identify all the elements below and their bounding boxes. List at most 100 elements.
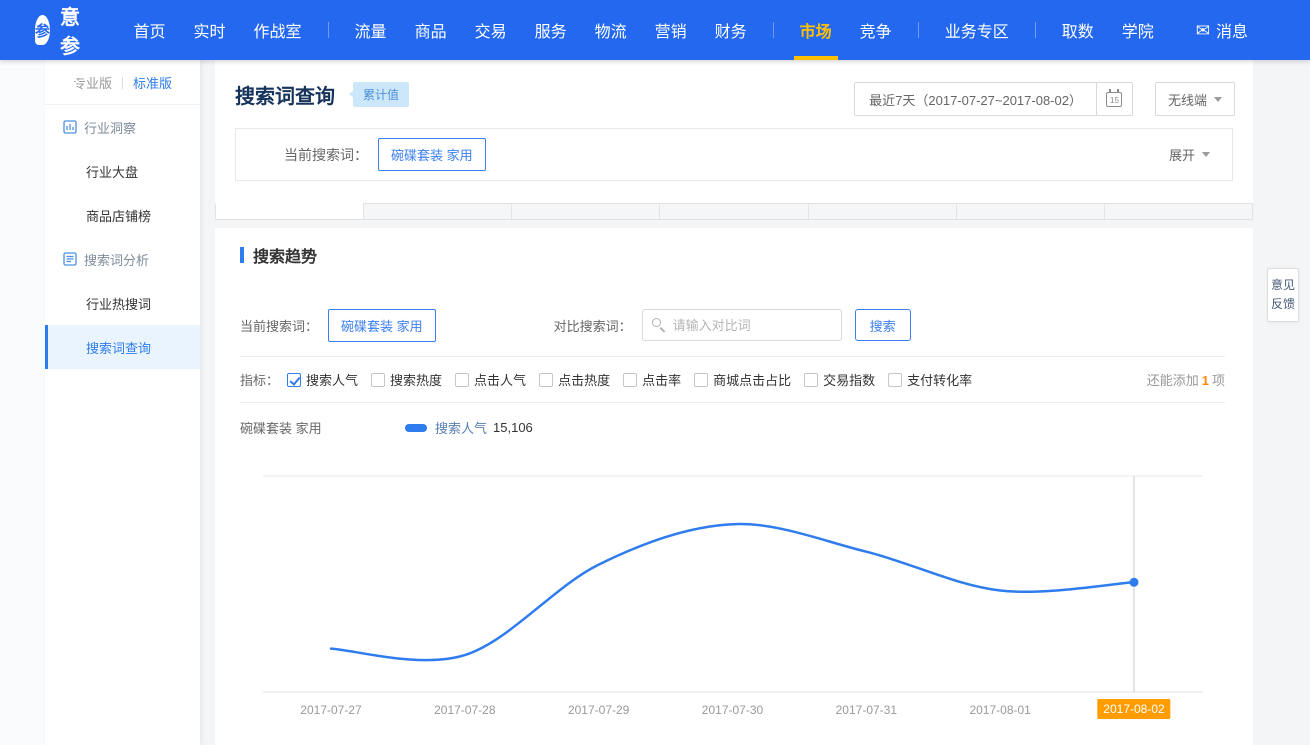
search-trend-card: 搜索趋势 当前搜索词： 碗碟套装 家用 对比搜索词： 搜索 指标： [215,228,1253,745]
trend-line-chart [240,471,1225,697]
envelope-icon: ✉ [1196,22,1210,39]
messages-button[interactable]: ✉ 消息 [1196,18,1248,42]
feedback-label-line2: 反馈 [1268,295,1298,314]
nav-item-service[interactable]: 服务 [521,0,581,60]
chevron-down-icon [1202,152,1210,157]
metric-option-mall-click-share[interactable]: 商城点击占比 [694,370,791,389]
tab-cell[interactable] [659,203,808,220]
current-keyword-label: 当前搜索词： [240,316,318,335]
metric-checkbox[interactable] [539,373,553,387]
nav-item-realtime[interactable]: 实时 [180,0,240,60]
add-remaining-count: 1 [1199,373,1212,388]
divider [122,77,123,89]
sidebar-tab-standard[interactable]: 标准版 [133,73,172,92]
nav-item-finance[interactable]: 财务 [701,0,761,60]
messages-label: 消息 [1216,18,1248,42]
metric-option-click-rate[interactable]: 点击率 [623,370,681,389]
x-axis-label: 2017-07-31 [836,703,897,717]
date-range-picker[interactable]: 最近7天（2017-07-27~2017-08-02） [854,82,1097,116]
search-button[interactable]: 搜索 [855,309,911,341]
nav-item-academy[interactable]: 学院 [1108,0,1168,60]
left-gutter [0,60,45,745]
metric-checkbox[interactable] [455,373,469,387]
nav-item-traffic[interactable]: 流量 [341,0,401,60]
expand-label: 展开 [1169,145,1195,164]
nav-divider [918,22,919,38]
legend-item-search-popularity[interactable]: 搜索人气 15,106 [405,418,533,437]
compare-keyword-label: 对比搜索词： [554,316,632,335]
nav-item-business-zone[interactable]: 业务专区 [931,0,1023,60]
sidebar-item-search-word-query[interactable]: 搜索词查询 [45,325,200,369]
metric-checkbox[interactable] [694,373,708,387]
metric-checkbox[interactable] [371,373,385,387]
nav-item-product[interactable]: 商品 [401,0,461,60]
trend-controls-row: 当前搜索词： 碗碟套装 家用 对比搜索词： 搜索 [240,308,1225,342]
expand-button[interactable]: 展开 [1169,145,1210,164]
nav-item-trade[interactable]: 交易 [461,0,521,60]
top-navbar: 参 生意参谋 首页 实时 作战室 流量 商品 交易 服务 物流 营销 财务 市场… [0,0,1310,60]
metric-tab-strip [215,203,1253,220]
metric-checkbox[interactable] [888,373,902,387]
main-nav: 首页 实时 作战室 流量 商品 交易 服务 物流 营销 财务 市场 竞争 业务专… [120,0,1168,60]
metric-label: 点击人气 [474,370,526,389]
nav-item-home[interactable]: 首页 [120,0,180,60]
keyword-chip[interactable]: 碗碟套装 家用 [378,138,486,171]
nav-item-logistics[interactable]: 物流 [581,0,641,60]
sidebar-item-product-shop-rank[interactable]: 商品店铺榜 [45,193,200,237]
app-logo[interactable]: 参 生意参谋 [35,0,98,88]
main-content: 搜索词查询 累计值 最近7天（2017-07-27~2017-08-02） 15… [200,60,1310,745]
metric-label: 商城点击占比 [713,370,791,389]
chevron-down-icon [1214,97,1222,102]
metric-checkbox[interactable] [287,373,301,387]
page-title: 搜索词查询 [235,80,335,109]
current-keyword-label: 当前搜索词： [284,145,368,165]
metric-option-click-heat[interactable]: 点击热度 [539,370,610,389]
metric-label: 点击热度 [558,370,610,389]
nav-item-data-extract[interactable]: 取数 [1048,0,1108,60]
sidebar-item-search-analysis[interactable]: 搜索词分析 [45,237,200,281]
metric-checkbox[interactable] [804,373,818,387]
metrics-label: 指标： [240,370,279,389]
x-axis-labels: 2017-07-272017-07-282017-07-292017-07-30… [240,701,1225,725]
tab-cell[interactable] [215,203,364,220]
tab-cell[interactable] [808,203,957,220]
header-controls: 最近7天（2017-07-27~2017-08-02） 15 无线端 [854,82,1235,116]
metric-label: 搜索热度 [390,370,442,389]
report-icon [63,252,77,266]
calendar-icon: 15 [1106,92,1122,107]
tab-cell[interactable] [956,203,1105,220]
feedback-button[interactable]: 意见 反馈 [1267,268,1299,322]
metric-option-click-popularity[interactable]: 点击人气 [455,370,526,389]
sidebar-item-industry-overview[interactable]: 行业大盘 [45,149,200,193]
metric-option-search-heat[interactable]: 搜索热度 [371,370,442,389]
nav-item-market[interactable]: 市场 [786,0,846,60]
legend-keyword: 碗碟套装 家用 [240,418,405,437]
sidebar-item-hot-search-words[interactable]: 行业热搜词 [45,281,200,325]
nav-divider [1035,22,1036,38]
metric-option-pay-conversion[interactable]: 支付转化率 [888,370,972,389]
calendar-button[interactable]: 15 [1097,82,1133,116]
add-remaining-hint: 还能添加1项 [1147,370,1225,389]
x-axis-label: 2017-07-30 [702,703,763,717]
tab-cell[interactable] [511,203,660,220]
metric-option-search-popularity[interactable]: 搜索人气 [287,370,358,389]
device-select[interactable]: 无线端 [1155,82,1235,116]
tab-cell[interactable] [363,203,512,220]
compare-keyword-input[interactable] [642,309,842,341]
metric-option-trade-index[interactable]: 交易指数 [804,370,875,389]
sidebar-item-industry-insight[interactable]: 行业洞察 [45,105,200,149]
tab-cell[interactable] [1104,203,1253,220]
keyword-chip[interactable]: 碗碟套装 家用 [328,309,436,342]
sidebar: 专业版 标准版 行业洞察 行业大盘 商品店铺榜 搜索词分析 行业热搜词 搜索词查… [45,60,200,745]
chart-legend-row: 碗碟套装 家用 搜索人气 15,106 [240,403,1225,443]
legend-series-value: 15,106 [493,420,533,435]
nav-divider [328,22,329,38]
nav-item-marketing[interactable]: 营销 [641,0,701,60]
metric-checkbox[interactable] [623,373,637,387]
page-header-card: 搜索词查询 累计值 最近7天（2017-07-27~2017-08-02） 15… [215,60,1253,203]
nav-item-war-room[interactable]: 作战室 [240,0,316,60]
metric-label: 搜索人气 [306,370,358,389]
section-title: 搜索趋势 [253,243,317,267]
nav-item-competition[interactable]: 竞争 [846,0,906,60]
series-line-search-popularity [331,524,1134,660]
